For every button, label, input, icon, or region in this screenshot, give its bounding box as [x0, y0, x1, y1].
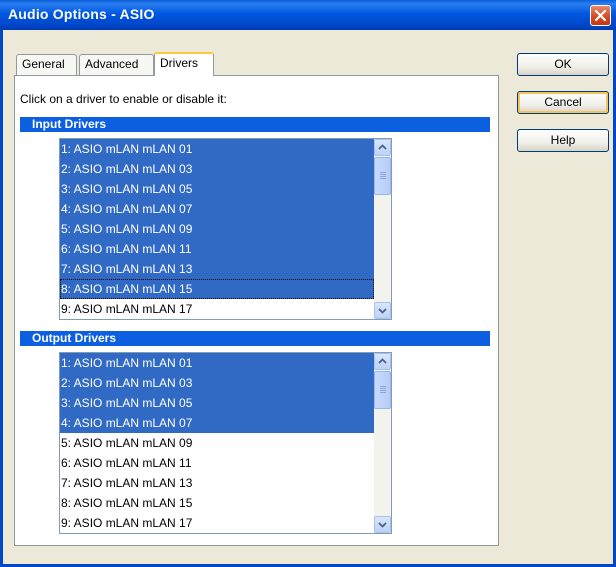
output-scroll-down-button[interactable]	[374, 516, 391, 533]
output-drivers-scrollbar[interactable]	[374, 353, 391, 533]
tab-advanced[interactable]: Advanced	[79, 54, 154, 75]
input-scroll-down-button[interactable]	[374, 302, 391, 319]
input-scroll-thumb[interactable]	[374, 157, 391, 195]
list-item[interactable]: 5: ASIO mLAN mLAN 09	[60, 219, 374, 239]
list-item[interactable]: 9: ASIO mLAN mLAN 17	[60, 299, 374, 319]
tab-general-label: General	[22, 57, 65, 71]
tab-drivers-label: Drivers	[160, 56, 198, 70]
list-item[interactable]: 4: ASIO mLAN mLAN 07	[60, 413, 374, 433]
cancel-button-label: Cancel	[544, 95, 582, 109]
list-item[interactable]: 8: ASIO mLAN mLAN 15	[60, 279, 374, 299]
list-item[interactable]: 1: ASIO mLAN mLAN 01	[60, 139, 374, 159]
help-button[interactable]: Help	[517, 129, 609, 152]
list-item[interactable]: 6: ASIO mLAN mLAN 11	[60, 453, 374, 473]
ok-button[interactable]: OK	[517, 53, 609, 76]
list-item[interactable]: 7: ASIO mLAN mLAN 13	[60, 473, 374, 493]
output-drivers-header-label: Output Drivers	[32, 331, 117, 345]
arrow-up-icon	[378, 358, 387, 364]
input-drivers-scrollbar[interactable]	[374, 139, 391, 319]
ok-button-label: OK	[554, 57, 572, 71]
window-title: Audio Options - ASIO	[8, 6, 155, 22]
list-item[interactable]: 4: ASIO mLAN mLAN 07	[60, 199, 374, 219]
output-scroll-thumb[interactable]	[374, 371, 391, 409]
input-drivers-header-label: Input Drivers	[32, 117, 107, 131]
output-drivers-items: 1: ASIO mLAN mLAN 01 2: ASIO mLAN mLAN 03…	[60, 353, 374, 533]
output-drivers-list[interactable]: 1: ASIO mLAN mLAN 01 2: ASIO mLAN mLAN 03…	[59, 352, 392, 534]
close-button[interactable]	[590, 5, 611, 26]
input-drivers-header: Input Drivers	[20, 117, 490, 132]
list-item[interactable]: 1: ASIO mLAN mLAN 01	[60, 353, 374, 373]
list-item[interactable]: 9: ASIO mLAN mLAN 17	[60, 513, 374, 533]
arrow-up-icon	[378, 144, 387, 150]
input-drivers-items: 1: ASIO mLAN mLAN 01 2: ASIO mLAN mLAN 03…	[60, 139, 374, 319]
output-drivers-header: Output Drivers	[20, 331, 490, 346]
list-item[interactable]: 3: ASIO mLAN mLAN 05	[60, 179, 374, 199]
arrow-down-icon	[378, 308, 387, 314]
output-scroll-up-button[interactable]	[374, 353, 391, 370]
tab-advanced-label: Advanced	[85, 57, 139, 71]
help-button-label: Help	[550, 133, 576, 147]
input-drivers-list[interactable]: 1: ASIO mLAN mLAN 01 2: ASIO mLAN mLAN 03…	[59, 138, 392, 320]
list-item[interactable]: 5: ASIO mLAN mLAN 09	[60, 433, 374, 453]
tab-general[interactable]: General	[16, 54, 77, 75]
list-item[interactable]: 8: ASIO mLAN mLAN 15	[60, 493, 374, 513]
tab-drivers[interactable]: Drivers	[154, 52, 214, 76]
list-item[interactable]: 2: ASIO mLAN mLAN 03	[60, 373, 374, 393]
instruction-text: Click on a driver to enable or disable i…	[20, 92, 227, 106]
cancel-button[interactable]: Cancel	[517, 91, 609, 114]
input-scroll-up-button[interactable]	[374, 139, 391, 156]
close-icon	[594, 9, 607, 22]
list-item[interactable]: 2: ASIO mLAN mLAN 03	[60, 159, 374, 179]
list-item[interactable]: 6: ASIO mLAN mLAN 11	[60, 239, 374, 259]
title-bar: Audio Options - ASIO	[0, 0, 616, 30]
list-item[interactable]: 3: ASIO mLAN mLAN 05	[60, 393, 374, 413]
list-item[interactable]: 7: ASIO mLAN mLAN 13	[60, 259, 374, 279]
arrow-down-icon	[378, 522, 387, 528]
